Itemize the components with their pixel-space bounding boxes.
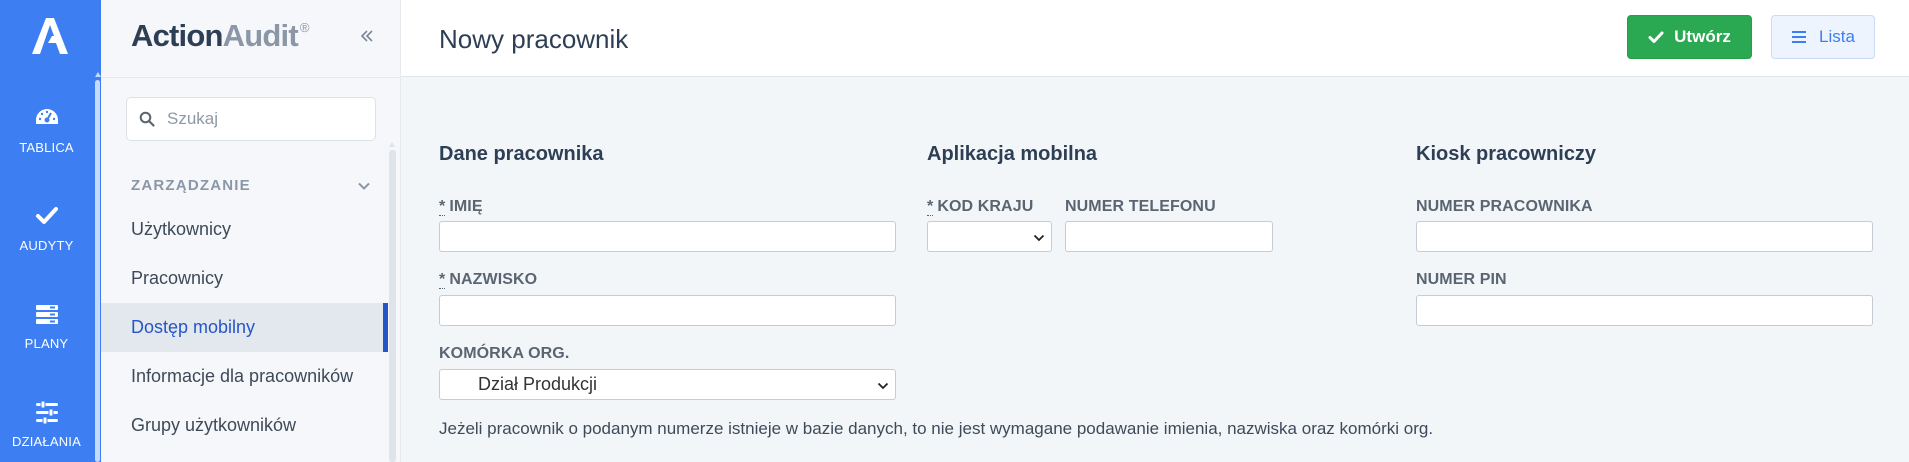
pin-number-label: NUMER PIN bbox=[1416, 271, 1507, 288]
sidebar: ActionAudit® ZARZĄDZANIE Użytkownicy Pra… bbox=[101, 0, 401, 462]
sidebar-item-label: Użytkownicy bbox=[131, 219, 232, 239]
employee-number-field[interactable] bbox=[1416, 221, 1873, 252]
rail-item-audyty[interactable]: AUDYTY bbox=[0, 202, 93, 253]
first-name-label: * IMIĘ bbox=[439, 198, 483, 216]
list-icon bbox=[1792, 31, 1807, 43]
sidebar-scrollbar[interactable] bbox=[389, 142, 396, 462]
check-icon bbox=[35, 207, 58, 224]
rail-item-label: PLANY bbox=[24, 336, 69, 351]
brand-name-part1: Action bbox=[131, 18, 223, 53]
main-rail: TABLICA AUDYTY PLANY DZIAŁANIA bbox=[0, 0, 101, 462]
employee-form: Dane pracownika * IMIĘ * NAZWISKO KOMÓRKA … bbox=[401, 78, 1909, 462]
help-text: Jeżeli pracownik o podanym numerze istni… bbox=[439, 419, 1434, 438]
org-unit-label: KOMÓRKA ORG. bbox=[439, 345, 570, 362]
employee-number-label: NUMER PRACOWNIKA bbox=[1416, 198, 1593, 215]
last-name-label: * NAZWISKO bbox=[439, 271, 538, 289]
rail-item-label: DZIAŁANIA bbox=[12, 434, 81, 449]
phone-number-label: NUMER TELEFONU bbox=[1065, 198, 1216, 215]
section-title-mobile: Aplikacja mobilna bbox=[927, 143, 1098, 165]
app-logo-icon[interactable] bbox=[26, 14, 74, 62]
section-title-kiosk: Kiosk pracowniczy bbox=[1416, 143, 1597, 165]
required-mark: * bbox=[439, 271, 446, 289]
sidebar-item-label: Informacje dla pracowników bbox=[131, 366, 354, 386]
check-icon bbox=[1648, 31, 1664, 43]
search-box[interactable] bbox=[126, 97, 376, 141]
org-unit-selected-value: Dział Produkcji bbox=[478, 374, 598, 394]
phone-number-field[interactable] bbox=[1065, 221, 1273, 252]
rail-item-label: TABLICA bbox=[19, 140, 74, 155]
last-name-field[interactable] bbox=[439, 295, 896, 326]
brand-name-part2: Audit bbox=[222, 18, 299, 53]
sidebar-item-grupy[interactable]: Grupy użytkowników bbox=[101, 401, 387, 450]
rail-item-label: AUDYTY bbox=[19, 238, 74, 253]
sidebar-item-informacje[interactable]: Informacje dla pracowników bbox=[101, 352, 387, 401]
chevron-down-icon bbox=[358, 182, 370, 190]
sidebar-item-uzytkownicy[interactable]: Użytkownicy bbox=[101, 205, 387, 254]
country-code-label: * KOD KRAJU bbox=[927, 198, 1034, 216]
org-unit-select[interactable]: Dział Produkcji bbox=[439, 369, 896, 400]
section-header-zarzadzanie[interactable]: ZARZĄDZANIE bbox=[131, 177, 371, 194]
collapse-sidebar-button[interactable] bbox=[357, 26, 377, 46]
rail-item-dzialania[interactable]: DZIAŁANIA bbox=[0, 398, 93, 449]
required-mark: * bbox=[439, 198, 446, 216]
create-button-label: Utwórz bbox=[1674, 27, 1731, 46]
sidebar-item-label: Grupy użytkowników bbox=[131, 415, 297, 435]
required-mark: * bbox=[927, 198, 934, 216]
chevron-down-icon bbox=[877, 382, 889, 390]
chevron-down-icon bbox=[1033, 234, 1045, 242]
section-label: ZARZĄDZANIE bbox=[131, 177, 251, 194]
divider bbox=[101, 77, 400, 78]
sliders-icon bbox=[35, 400, 58, 425]
sidebar-item-label: Dostęp mobilny bbox=[131, 317, 256, 337]
sidebar-item-pracownicy[interactable]: Pracownicy bbox=[101, 254, 387, 303]
search-icon bbox=[139, 111, 155, 127]
list-button-label: Lista bbox=[1819, 27, 1855, 46]
list-button[interactable]: Lista bbox=[1771, 15, 1875, 59]
section-title-employee: Dane pracownika bbox=[439, 143, 604, 165]
sidebar-item-dostep-mobilny[interactable]: Dostęp mobilny bbox=[101, 303, 388, 352]
search-input[interactable] bbox=[167, 109, 367, 129]
brand-logo[interactable]: Action Audit ® bbox=[131, 18, 309, 58]
rail-item-tablica[interactable]: TABLICA bbox=[0, 104, 93, 155]
brand-registered-mark: ® bbox=[299, 20, 310, 35]
dashboard-icon bbox=[35, 109, 58, 124]
page-header: Nowy pracownik Utwórz Lista bbox=[401, 0, 1909, 77]
rail-scrollbar[interactable] bbox=[95, 72, 101, 462]
page-title: Nowy pracownik bbox=[439, 24, 629, 54]
rail-item-plany[interactable]: PLANY bbox=[0, 300, 93, 351]
sidebar-item-label: Pracownicy bbox=[131, 268, 224, 288]
country-code-select[interactable] bbox=[927, 221, 1052, 252]
pin-number-field[interactable] bbox=[1416, 295, 1873, 326]
plans-icon bbox=[35, 305, 58, 324]
double-chevron-left-icon bbox=[360, 30, 373, 42]
first-name-field[interactable] bbox=[439, 221, 896, 252]
create-button[interactable]: Utwórz bbox=[1627, 15, 1752, 59]
